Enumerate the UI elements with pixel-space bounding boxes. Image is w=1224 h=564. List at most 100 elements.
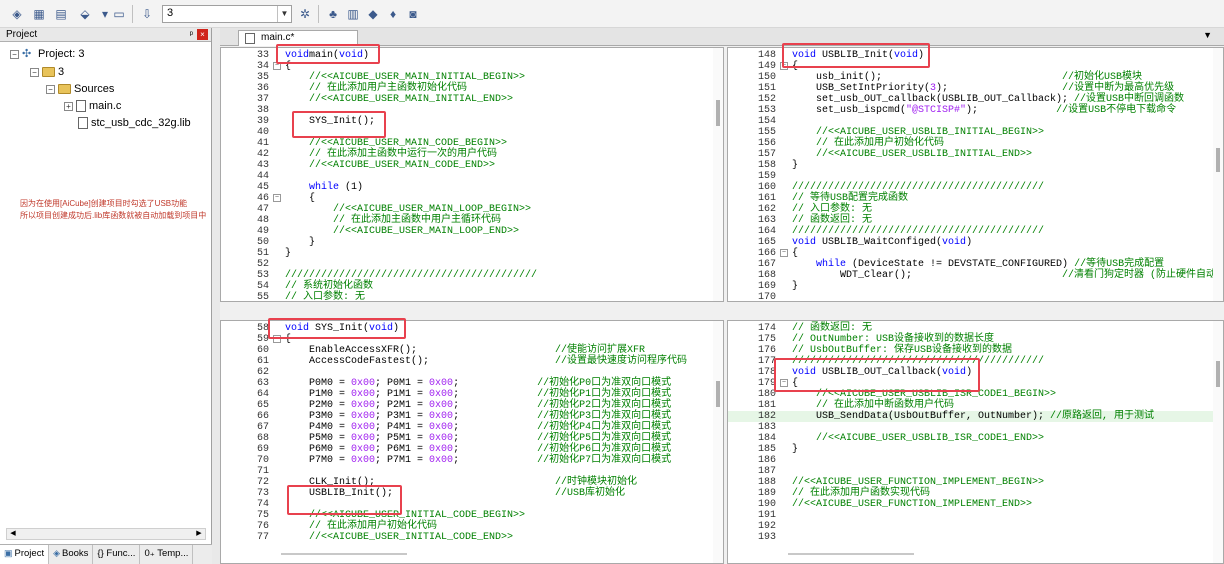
manage-components-icon[interactable]: ♣ bbox=[324, 5, 342, 23]
fold-collapse-icon[interactable]: − bbox=[780, 249, 788, 257]
camera-icon[interactable]: ◙ bbox=[404, 5, 422, 23]
code-line[interactable]: 50 } bbox=[221, 237, 723, 248]
code-line[interactable]: 44 bbox=[221, 171, 723, 182]
code-line[interactable]: 67 P4M0 = 0x00; P4M1 = 0x00; //初始化P4口为准双… bbox=[221, 422, 723, 433]
code-line[interactable]: 182 USB_SendData(UsbOutBuffer, OutNumber… bbox=[728, 411, 1223, 422]
code-line[interactable]: 51} bbox=[221, 248, 723, 259]
code-line[interactable]: 52 bbox=[221, 259, 723, 270]
horizontal-scrollbar[interactable] bbox=[281, 553, 407, 555]
stop-build-icon[interactable]: ▭ bbox=[110, 5, 128, 23]
code-line[interactable]: 69 P6M0 = 0x00; P6M1 = 0x00; //初始化P6口为准双… bbox=[221, 444, 723, 455]
code-line[interactable]: 62 bbox=[221, 367, 723, 378]
code-line[interactable]: 66 P3M0 = 0x00; P3M1 = 0x00; //初始化P3口为准双… bbox=[221, 411, 723, 422]
code-line[interactable]: 43 //<<AICUBE_USER_MAIN_CODE_END>> bbox=[221, 160, 723, 171]
code-line[interactable]: 190 //<<AICUBE_USER_FUNCTION_IMPLEMENT_EN… bbox=[728, 499, 1223, 510]
code-line[interactable]: 193 bbox=[728, 532, 1223, 543]
code-line[interactable]: 169} bbox=[728, 281, 1223, 292]
code-line[interactable]: 162 // 入口参数: 无 bbox=[728, 204, 1223, 215]
code-line[interactable]: 168 WDT_Clear(); //清看门狗定时器 (防止硬件自动使能 bbox=[728, 270, 1223, 281]
code-line[interactable]: 156 // 在此添加用户初始化代码 bbox=[728, 138, 1223, 149]
code-line[interactable]: 174 // 函数返回: 无 bbox=[728, 323, 1223, 334]
build-icon[interactable]: ▦ bbox=[30, 5, 48, 23]
code-line[interactable]: 170 bbox=[728, 292, 1223, 301]
code-line[interactable]: 36 // 在此添加用户主函数初始化代码 bbox=[221, 83, 723, 94]
close-icon[interactable]: × bbox=[197, 29, 208, 40]
code-line[interactable]: 151 USB_SetIntPriority(3); //设置中断为最高优先级 bbox=[728, 83, 1223, 94]
collapse-icon[interactable]: − bbox=[30, 67, 39, 77]
code-line[interactable]: 154 bbox=[728, 116, 1223, 127]
pin-icon[interactable]: ᵖ bbox=[190, 28, 193, 41]
code-line[interactable]: 46− { bbox=[221, 193, 723, 204]
code-line[interactable]: 158} bbox=[728, 160, 1223, 171]
horizontal-scrollbar[interactable] bbox=[788, 553, 914, 555]
code-line[interactable]: 163 // 函数返回: 无 bbox=[728, 215, 1223, 226]
code-line[interactable]: 65 P2M0 = 0x00; P2M1 = 0x00; //初始化P2口为准双… bbox=[221, 400, 723, 411]
panel-splitter[interactable] bbox=[212, 28, 220, 564]
code-line[interactable]: 37 //<<AICUBE_USER_MAIN_INITIAL_END>> bbox=[221, 94, 723, 105]
code-line[interactable]: 189 // 在此添加用户函数实现代码 bbox=[728, 488, 1223, 499]
code-line[interactable]: 161 // 等待USB配置完成函数 bbox=[728, 193, 1223, 204]
code-line[interactable]: 155 //<<AICUBE_USER_USBLIB_INITIAL_BEGIN… bbox=[728, 127, 1223, 138]
target-options-icon[interactable]: ✲ bbox=[296, 5, 314, 23]
vertical-scrollbar[interactable] bbox=[1213, 321, 1223, 563]
code-line[interactable]: 152 set_usb_OUT_callback(USBLIB_OUT_Call… bbox=[728, 94, 1223, 105]
code-line[interactable]: 187 bbox=[728, 466, 1223, 477]
code-line[interactable]: 71 bbox=[221, 466, 723, 477]
select-packs-icon[interactable]: ♦ bbox=[384, 5, 402, 23]
code-line[interactable]: 164 /////////////////////////////////////… bbox=[728, 226, 1223, 237]
code-line[interactable]: 54 // 系统初始化函数 bbox=[221, 281, 723, 292]
vertical-scrollbar[interactable] bbox=[1213, 48, 1223, 301]
code-line[interactable]: 77 //<<AICUBE_USER_INITIAL_CODE_END>> bbox=[221, 532, 723, 543]
chevron-down-icon[interactable]: ▼ bbox=[277, 6, 291, 22]
code-line[interactable]: 41 //<<AICUBE_USER_MAIN_CODE_BEGIN>> bbox=[221, 138, 723, 149]
tree-file-main[interactable]: + main.c bbox=[64, 100, 121, 112]
code-line[interactable]: 61 AccessCodeFastest(); //设置最快速度访问程序代码 bbox=[221, 356, 723, 367]
collapse-icon[interactable]: − bbox=[10, 49, 19, 59]
code-line[interactable]: 42 // 在此添加主函数中运行一次的用户代码 bbox=[221, 149, 723, 160]
code-line[interactable]: 188 //<<AICUBE_USER_FUNCTION_IMPLEMENT_BE… bbox=[728, 477, 1223, 488]
code-line[interactable]: 45 while (1) bbox=[221, 182, 723, 193]
code-line[interactable]: 160 /////////////////////////////////////… bbox=[728, 182, 1223, 193]
scroll-left-icon[interactable]: ◀ bbox=[7, 529, 19, 539]
code-line[interactable]: 165 void USBLIB_WaitConfiged(void) bbox=[728, 237, 1223, 248]
code-line[interactable]: 53 //////////////////////////////////////… bbox=[221, 270, 723, 281]
code-line[interactable]: 184 //<<AICUBE_USER_USBLIB_ISR_CODE1_END… bbox=[728, 433, 1223, 444]
code-line[interactable]: 150 usb_init(); //初始化USB模块 bbox=[728, 72, 1223, 83]
editor-pane-top-left[interactable]: 33 voidmain(void) 34−{35 //<<AICUBE_USER_M… bbox=[220, 47, 724, 302]
code-line[interactable]: 35 //<<AICUBE_USER_MAIN_INITIAL_BEGIN>> bbox=[221, 72, 723, 83]
tab-functions[interactable]: {} Func... bbox=[93, 545, 141, 564]
collapse-icon[interactable]: − bbox=[46, 84, 55, 94]
code-line[interactable]: 167 while (DeviceState != DEVSTATE_CONFI… bbox=[728, 259, 1223, 270]
code-line[interactable]: 153 set_usb_ispcmd("@STCISP#"); //设置USB不… bbox=[728, 105, 1223, 116]
tree-project-root[interactable]: − ✣ Project: 3 bbox=[10, 48, 84, 60]
tree-file-lib[interactable]: stc_usb_cdc_32g.lib bbox=[78, 117, 191, 129]
code-line[interactable]: 166−{ bbox=[728, 248, 1223, 259]
fold-collapse-icon[interactable]: − bbox=[273, 194, 281, 202]
editor-pane-bottom-right[interactable]: 174 // 函数返回: 无 175 // OutNumber: USB设备接收到的数… bbox=[727, 320, 1224, 564]
download-icon[interactable]: ⇩ bbox=[138, 5, 156, 23]
code-line[interactable]: 181 // 在此添加中断函数用户代码 bbox=[728, 400, 1223, 411]
file-extensions-icon[interactable]: ▥ bbox=[344, 5, 362, 23]
code-line[interactable]: 76 // 在此添加用户初始化代码 bbox=[221, 521, 723, 532]
rebuild-icon[interactable]: ▤ bbox=[52, 5, 70, 23]
code-line[interactable]: 63 P0M0 = 0x00; P0M1 = 0x00; //初始化P0口为准双… bbox=[221, 378, 723, 389]
code-line[interactable]: 157 //<<AICUBE_USER_USBLIB_INITIAL_END>> bbox=[728, 149, 1223, 160]
editor-pane-bottom-left[interactable]: 58 void SYS_Init(void) 59−{60 EnableAccess… bbox=[220, 320, 724, 564]
code-line[interactable]: 186 bbox=[728, 455, 1223, 466]
tab-templates[interactable]: 0₊ Temp... bbox=[140, 545, 194, 564]
code-line[interactable]: 175 // OutNumber: USB设备接收到的数据长度 bbox=[728, 334, 1223, 345]
tab-books[interactable]: ◈ Books bbox=[49, 545, 94, 564]
code-line[interactable]: 176 // UsbOutBuffer: 保存USB设备接收到的数据 bbox=[728, 345, 1223, 356]
code-line[interactable]: 60 EnableAccessXFR(); //使能访问扩展XFR bbox=[221, 345, 723, 356]
code-line[interactable]: 55 // 入口参数: 无 bbox=[221, 292, 723, 301]
code-line[interactable]: 49 //<<AICUBE_USER_MAIN_LOOP_END>> bbox=[221, 226, 723, 237]
expand-icon[interactable]: + bbox=[64, 101, 73, 111]
code-line[interactable]: 68 P5M0 = 0x00; P5M1 = 0x00; //初始化P5口为准双… bbox=[221, 433, 723, 444]
vertical-scrollbar[interactable] bbox=[713, 321, 723, 563]
translate-icon[interactable]: ◈ bbox=[8, 5, 26, 23]
code-line[interactable]: 64 P1M0 = 0x00; P1M1 = 0x00; //初始化P1口为准双… bbox=[221, 389, 723, 400]
target-select[interactable]: 3 ▼ bbox=[162, 5, 292, 23]
chevron-down-icon[interactable]: ▼ bbox=[1203, 30, 1212, 40]
code-line[interactable]: 183 bbox=[728, 422, 1223, 433]
editor-pane-top-right[interactable]: 148 void USBLIB_Init(void) 149−{150 usb_in… bbox=[727, 47, 1224, 302]
